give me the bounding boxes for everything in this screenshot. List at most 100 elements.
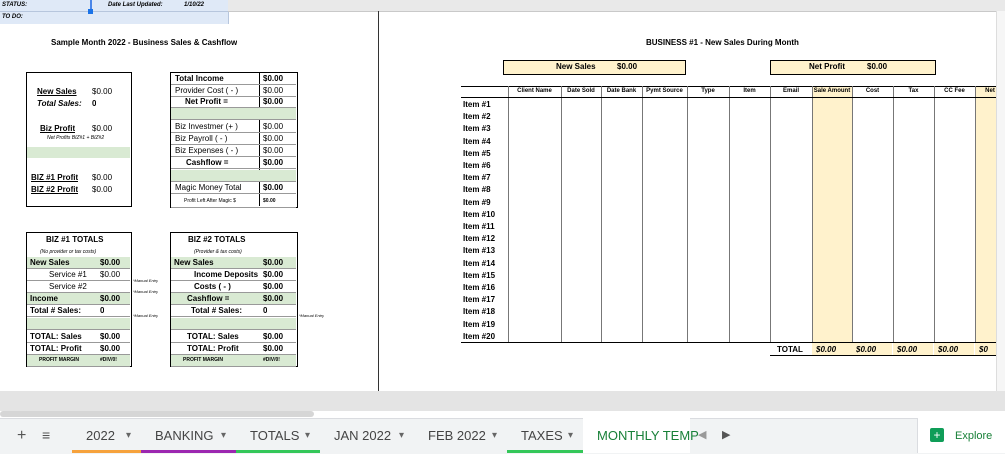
biz1-row-value[interactable]: $0.00	[100, 343, 120, 354]
fill-handle[interactable]	[88, 9, 93, 14]
banner-new-sales-label: New Sales	[556, 62, 596, 71]
biz2-row-value[interactable]: #DIV/0!	[263, 355, 280, 366]
table-col-divider	[893, 86, 894, 342]
tab-totals[interactable]: TOTALS ▾	[236, 418, 320, 453]
income-row-label: Provider Cost ( - )	[175, 86, 239, 95]
tab-menu-chevron-icon[interactable]: ▾	[399, 418, 404, 453]
total-value[interactable]: $0.00	[816, 344, 836, 355]
item-row-label: Item #16	[463, 283, 496, 292]
tab-menu-chevron-icon[interactable]: ▾	[492, 418, 497, 453]
biz1-row-label: Service #1	[49, 270, 87, 279]
item-row-label: Item #15	[463, 270, 496, 280]
biz2-row-value[interactable]: $0.00	[263, 269, 283, 280]
income-row-value[interactable]: $0.00	[263, 121, 293, 132]
item-row-label: Item #19	[463, 319, 496, 329]
biz2-row-label: New Sales	[174, 258, 214, 267]
table-col-divider	[812, 86, 813, 342]
biz2-row-label: Cashflow =	[187, 294, 230, 303]
new-sales-value[interactable]: $0.00	[92, 86, 112, 97]
biz2-profit-value[interactable]: $0.00	[92, 184, 112, 195]
income-row-value[interactable]: $0.00	[263, 182, 293, 193]
biz1-row-label: Total # Sales:	[30, 306, 81, 315]
biz1-row-value[interactable]: $0.00	[100, 257, 120, 268]
biz1-title: BIZ #1 TOTALS	[46, 235, 104, 244]
biz2-row-value[interactable]: $0.00	[263, 331, 283, 342]
biz2-profit-label: BIZ #2 Profit	[31, 185, 79, 194]
tab-menu-chevron-icon[interactable]: ▾	[568, 418, 573, 453]
item-row-label: Item #10	[463, 209, 496, 219]
total-sales-value[interactable]: 0	[92, 98, 96, 109]
total-value[interactable]: $0.00	[897, 344, 917, 355]
biz2-row-value[interactable]: $0.00	[263, 257, 283, 268]
banner-new-sales-value[interactable]: $0.00	[617, 61, 637, 72]
biz2-row-label: TOTAL: Sales	[187, 332, 239, 341]
scroll-tabs-left-icon[interactable]: ◀	[698, 428, 706, 441]
tab-label: TOTALS	[250, 428, 300, 443]
total-value[interactable]: $0	[979, 344, 988, 355]
tab-monthly-temp[interactable]: MONTHLY TEMP	[583, 418, 699, 453]
tab-feb-2022[interactable]: FEB 2022 ▾	[414, 418, 507, 453]
tab-2022[interactable]: 2022 ▾	[72, 418, 141, 453]
biz2-row-value[interactable]: 0	[263, 305, 267, 316]
totals-underline	[770, 355, 1005, 356]
vertical-scrollbar[interactable]	[996, 11, 1005, 391]
income-row-label: Biz Expenses ( - )	[175, 146, 239, 155]
income-row-value[interactable]: $0.00	[263, 145, 293, 156]
table-header-sale-amount: Sale Amount	[812, 86, 852, 98]
date-label: Date Last Updated:	[108, 2, 163, 8]
item-row-label: Item #20	[463, 331, 496, 341]
income-row-value[interactable]: $0.00	[263, 85, 293, 96]
biz2-row-value[interactable]: $0.00	[263, 281, 283, 292]
income-row-value[interactable]: $0.00	[263, 73, 293, 84]
biz2-row-label: PROFIT MARGIN	[183, 357, 223, 363]
biz1-row-value[interactable]: $0.00	[100, 293, 120, 304]
biz1-row-value[interactable]: 0	[100, 305, 104, 316]
horizontal-scrollbar[interactable]	[0, 411, 314, 417]
tab-menu-chevron-icon[interactable]: ▾	[221, 418, 226, 453]
income-row-value[interactable]: $0.00	[263, 96, 293, 107]
biz2-title: BIZ #2 TOTALS	[188, 235, 246, 244]
table-header-item: Item	[729, 86, 770, 98]
tab-menu-chevron-icon[interactable]: ▾	[126, 418, 131, 453]
item-row-label: Item #18	[463, 307, 496, 317]
add-sheet-icon[interactable]: +	[17, 427, 26, 445]
table-col-divider	[561, 86, 562, 342]
table-header-date-bank: Date Bank	[601, 86, 642, 98]
item-row-label: Item #1	[463, 100, 491, 109]
biz2-row-value[interactable]: $0.00	[263, 343, 283, 354]
item-row-label: Item #2	[463, 112, 491, 122]
explore-icon: +	[930, 428, 944, 442]
income-green-band	[171, 170, 296, 181]
income-row-value[interactable]: $0.00	[263, 133, 293, 144]
manual-entry-note: *Manual Entry	[133, 313, 159, 318]
banner-net-profit-value[interactable]: $0.00	[867, 61, 887, 72]
biz1-profit-value[interactable]: $0.00	[92, 172, 112, 183]
biz1-row-value[interactable]: #DIV/0!	[100, 355, 117, 366]
tab-taxes[interactable]: TAXES ▾	[507, 418, 583, 453]
income-col-divider	[259, 72, 260, 206]
biz1-row-label: PROFIT MARGIN	[39, 357, 79, 363]
biz2-row-label: TOTAL: Profit	[187, 344, 239, 353]
scroll-tabs-right-icon[interactable]: ▶	[722, 428, 730, 441]
income-row-value[interactable]: $0.00	[263, 196, 293, 207]
biz1-row-value[interactable]: $0.00	[100, 331, 120, 342]
item-row-label: Item #6	[463, 161, 491, 170]
tab-banking[interactable]: BANKING ▾	[141, 418, 236, 453]
table-header-date-sold: Date Sold	[561, 86, 601, 98]
income-row-value[interactable]: $0.00	[263, 157, 293, 168]
income-green-band	[171, 108, 296, 119]
biz2-row-value[interactable]: $0.00	[263, 293, 283, 304]
income-row-label: Magic Money Total	[175, 183, 242, 192]
todo-label: TO DO:	[2, 14, 23, 20]
tab-menu-chevron-icon[interactable]: ▾	[305, 418, 310, 453]
biz1-row-value[interactable]: $0.00	[100, 269, 120, 280]
all-sheets-icon[interactable]: ≡	[42, 427, 50, 443]
sale-amount-column	[812, 86, 852, 342]
total-value[interactable]: $0.00	[856, 344, 876, 355]
table-col-divider	[687, 86, 688, 342]
total-value[interactable]: $0.00	[938, 344, 958, 355]
item-row-label: Item #13	[463, 246, 496, 256]
tab-jan-2022[interactable]: JAN 2022 ▾	[320, 418, 414, 453]
tab-label: TAXES	[521, 428, 563, 443]
biz2-row-label: Costs ( - )	[194, 282, 231, 291]
